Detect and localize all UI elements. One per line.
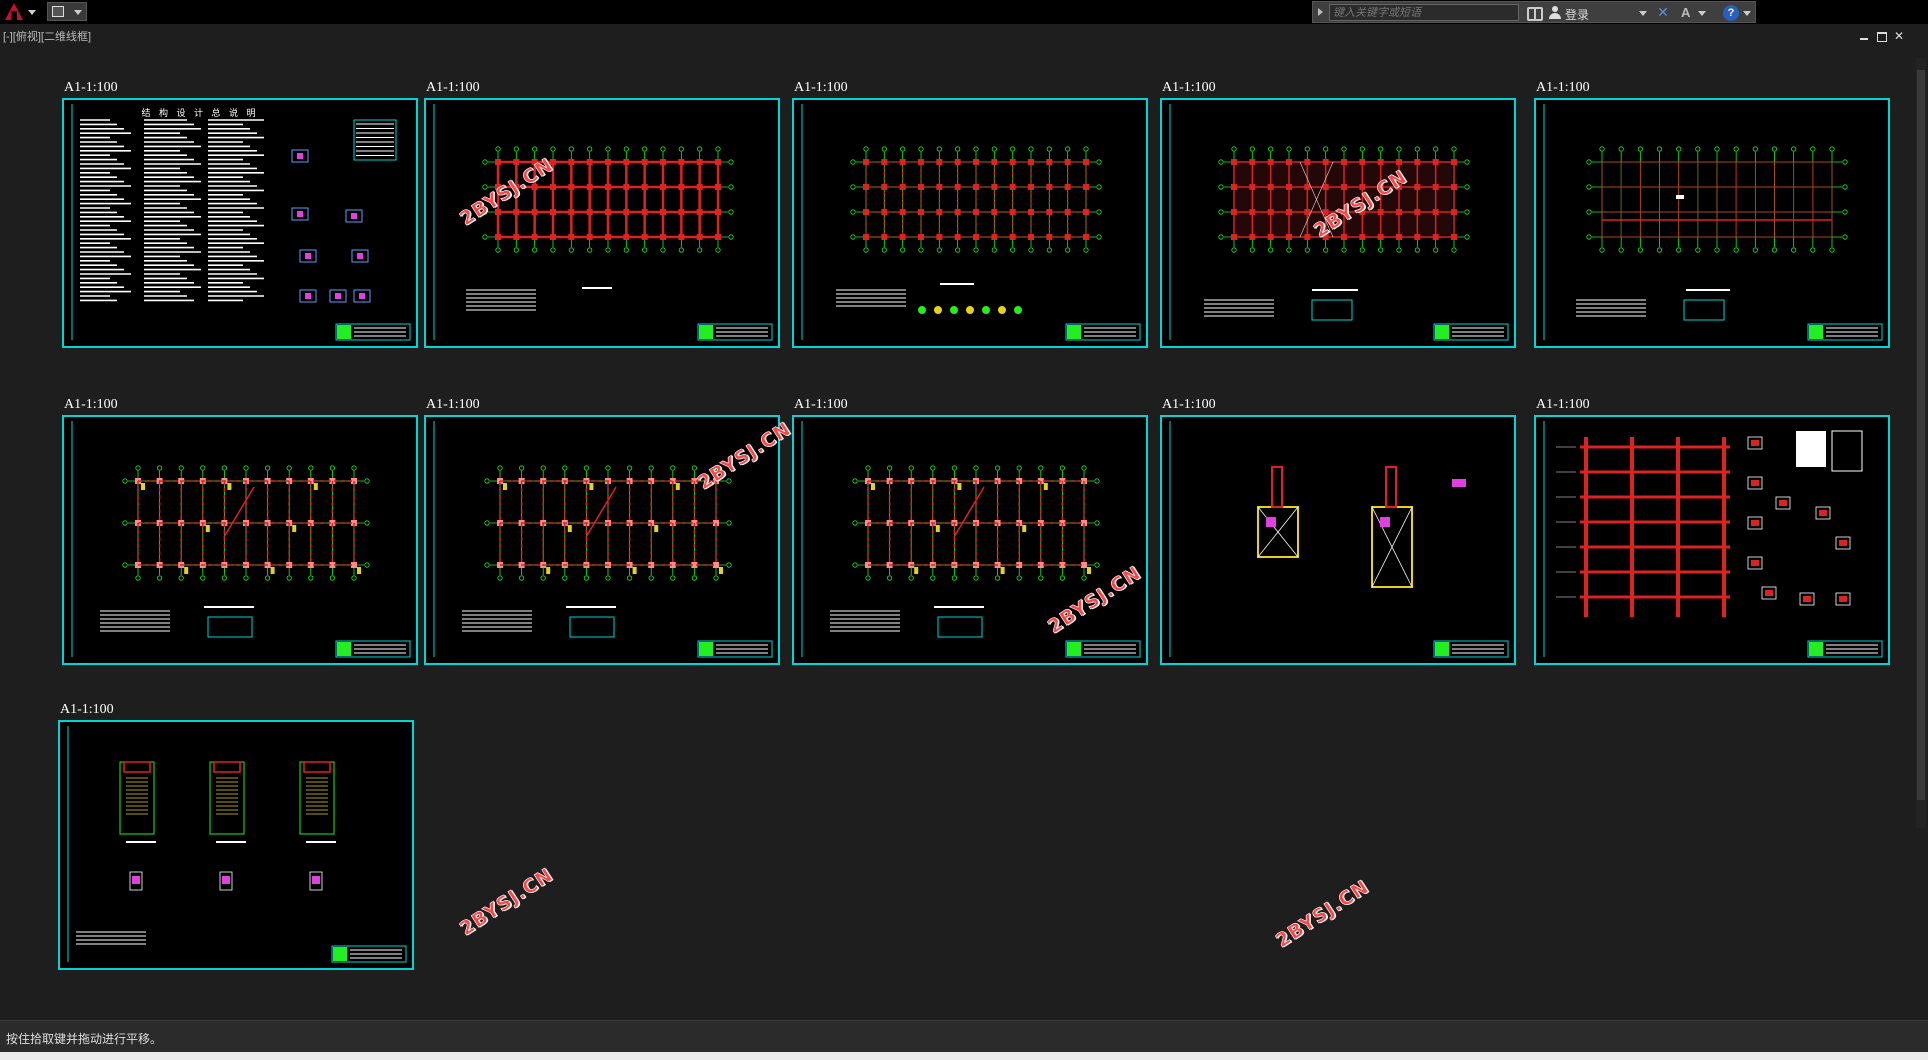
drawing-content (71, 104, 411, 341)
sheet-title: 结 构 设 计 总 说 明 (141, 108, 259, 118)
status-bar-strip (0, 1052, 1928, 1060)
viewport-controls-label[interactable]: [-][俯视][二维线框] (3, 28, 91, 44)
sheet-scale-label: A1-1:100 (794, 397, 848, 412)
document-icon (52, 6, 64, 17)
chevron-down-icon[interactable] (1639, 11, 1647, 16)
close-icon[interactable]: ✕ (1893, 30, 1905, 42)
sheet-scale-label: A1-1:100 (1536, 397, 1590, 412)
application-menu-button[interactable] (2, 1, 42, 23)
sheet-scale-label: A1-1:100 (794, 80, 848, 95)
minimize-icon[interactable] (1858, 30, 1870, 42)
sheet-frame (1160, 415, 1516, 665)
layout-sheet[interactable]: A1-1:100 (1160, 397, 1516, 665)
sheet-frame (792, 415, 1148, 665)
chevron-down-icon[interactable] (1698, 11, 1706, 16)
layout-sheet[interactable]: A1-1:100 结 构 设 计 总 说 明 (62, 80, 418, 348)
drawing-content (1543, 104, 1883, 341)
sheet-frame (1534, 415, 1890, 665)
title-bar: 登录 ✕ A ? (0, 0, 1928, 24)
sheet-scale-label: A1-1:100 (64, 80, 118, 95)
drawing-content (71, 421, 411, 658)
sheet-scale-label: A1-1:100 (426, 80, 480, 95)
expand-arrow-icon[interactable] (1318, 8, 1323, 16)
sheet-scale-label: A1-1:100 (64, 397, 118, 412)
sheet-scale-label: A1-1:100 (1536, 80, 1590, 95)
binoculars-icon[interactable] (1527, 7, 1543, 21)
sheet-frame: 结 构 设 计 总 说 明 (62, 98, 418, 348)
help-icon[interactable]: ? (1723, 5, 1739, 21)
sheet-scale-label: A1-1:100 (1162, 80, 1216, 95)
drawing-content (1169, 421, 1509, 658)
sheet-scale-label: A1-1:100 (426, 397, 480, 412)
chevron-down-icon (74, 10, 82, 15)
autocad-logo-icon (5, 3, 23, 20)
login-button[interactable]: 登录 (1565, 6, 1589, 23)
sheet-frame (58, 720, 414, 970)
layout-sheet[interactable]: A1-1:100 (424, 397, 780, 665)
chevron-down-icon[interactable] (1743, 11, 1751, 16)
quick-access-toolbar[interactable] (47, 2, 87, 21)
drawing-content (801, 104, 1141, 341)
command-prompt-text: 按住拾取键并拖动进行平移。 (6, 1032, 163, 1046)
watermark-text: 2BYSJ.CN (456, 863, 558, 941)
layout-sheet[interactable]: A1-1:100 (1534, 80, 1890, 348)
drawing-content (67, 726, 407, 963)
layout-sheet[interactable]: A1-1:100 (58, 702, 414, 970)
layout-sheet[interactable]: A1-1:100 (792, 397, 1148, 665)
chevron-down-icon (28, 10, 36, 15)
info-center: 登录 ✕ A ? (1312, 1, 1756, 23)
scrollbar-thumb[interactable] (1917, 70, 1925, 800)
watermark-text: 2BYSJ.CN (1272, 875, 1374, 953)
command-line[interactable]: 按住拾取键并拖动进行平移。 (0, 1020, 1928, 1052)
drawing-content (1543, 421, 1883, 658)
search-input[interactable] (1329, 4, 1519, 21)
sheet-frame (62, 415, 418, 665)
drawing-content (801, 421, 1141, 658)
user-icon[interactable] (1549, 6, 1561, 20)
sheet-scale-label: A1-1:100 (1162, 397, 1216, 412)
restore-icon[interactable] (1875, 30, 1887, 42)
sheet-frame (424, 415, 780, 665)
sheet-frame (792, 98, 1148, 348)
a360-icon[interactable]: A (1681, 5, 1695, 20)
exchange-apps-icon[interactable]: ✕ (1655, 5, 1671, 20)
layout-sheet[interactable]: A1-1:100 (792, 80, 1148, 348)
sheet-frame (1534, 98, 1890, 348)
sheet-scale-label: A1-1:100 (60, 702, 114, 717)
layout-sheet[interactable]: A1-1:100 (62, 397, 418, 665)
layout-sheet[interactable]: A1-1:100 (1534, 397, 1890, 665)
